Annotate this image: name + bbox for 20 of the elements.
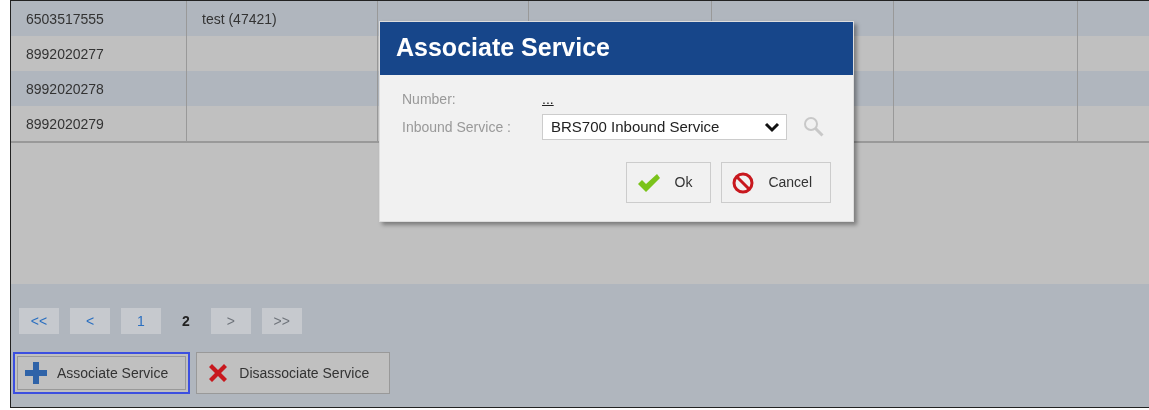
- service-dropdown[interactable]: BRS700 Inbound Service: [542, 114, 787, 140]
- field-label: Inbound Service :: [402, 117, 512, 137]
- cancel-button[interactable]: Cancel: [721, 162, 831, 203]
- ok-button[interactable]: Ok: [625, 162, 712, 203]
- page-button[interactable]: 2: [172, 308, 200, 334]
- field-label: Number:: [402, 90, 457, 109]
- associate-button[interactable]: Associate Service: [13, 352, 191, 394]
- disassociate-button[interactable]: Disassociate Service: [196, 352, 391, 394]
- check-icon: [636, 172, 661, 193]
- table-cell: 8992020278: [11, 71, 187, 106]
- table-cell: 6503517555: [11, 1, 187, 36]
- plus-icon: [25, 362, 47, 384]
- dialog-title: Associate Service: [380, 22, 853, 75]
- search-icon[interactable]: [803, 116, 825, 138]
- number-value: ...: [542, 90, 554, 109]
- x-icon: [207, 362, 230, 384]
- table-cell: test (47421): [187, 1, 378, 36]
- chevron-down-icon: [764, 121, 780, 133]
- table-cell: 8992020279: [11, 106, 187, 141]
- prohibited-icon: [732, 171, 755, 194]
